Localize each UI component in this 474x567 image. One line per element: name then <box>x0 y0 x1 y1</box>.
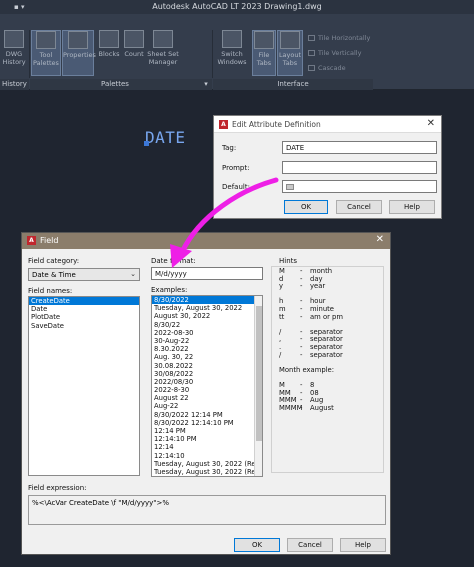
annotation-arrow <box>170 177 279 268</box>
annotation-arrow-head <box>170 244 192 268</box>
annotation-arrow-line <box>179 177 279 255</box>
